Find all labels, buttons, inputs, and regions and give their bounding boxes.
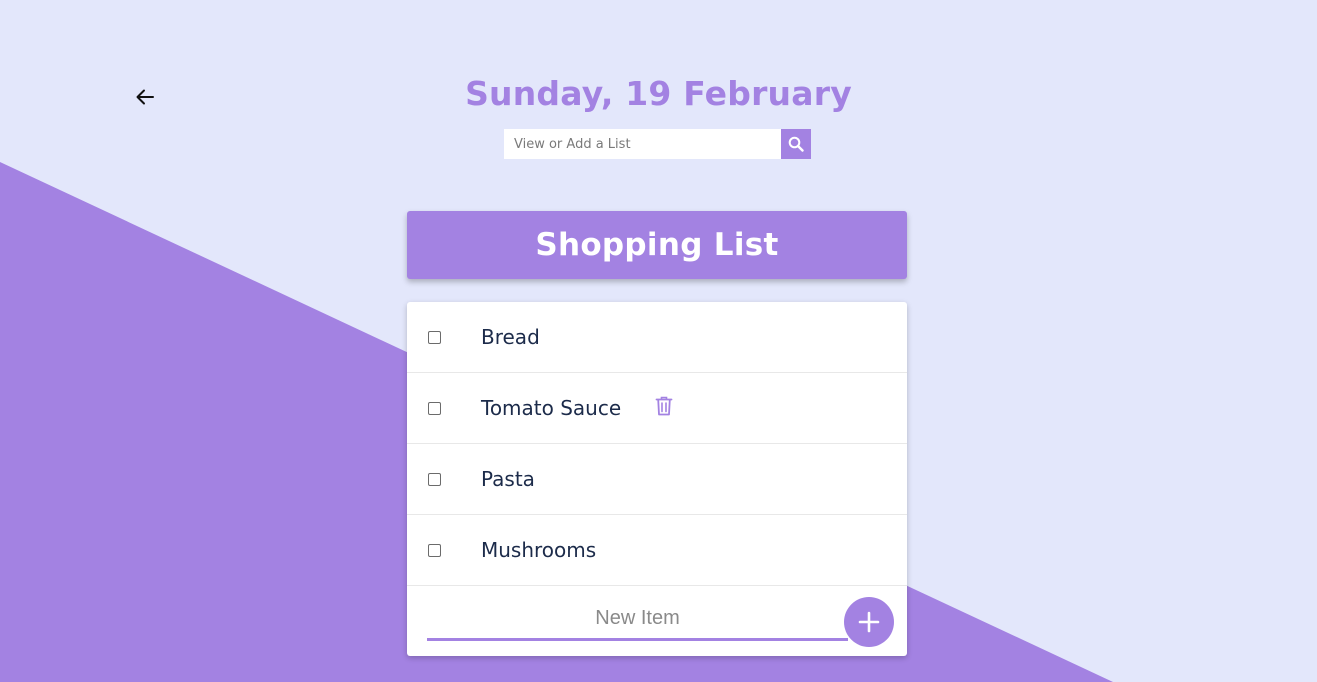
item-checkbox[interactable] [428,472,441,486]
item-checkbox[interactable] [428,543,441,557]
list-title: Shopping List [535,227,779,263]
plus-icon [858,611,880,633]
trash-icon[interactable] [655,396,673,416]
item-label: Mushrooms [481,538,597,562]
date-heading: Sunday, 19 February [465,74,852,113]
item-checkbox[interactable] [428,330,441,344]
page: Sunday, 19 February Shopping List Bread … [0,0,1317,682]
new-item-row [407,586,907,656]
search-bar [504,129,811,159]
list-card: Bread Tomato Sauce Pasta Mushrooms [407,302,907,656]
list-item[interactable]: Tomato Sauce [407,373,907,444]
item-label: Tomato Sauce [481,396,622,420]
search-icon [788,136,804,152]
list-item[interactable]: Mushrooms [407,515,907,586]
new-item-input[interactable] [427,598,848,641]
item-checkbox[interactable] [428,401,441,415]
search-button[interactable] [781,129,811,159]
list-item[interactable]: Pasta [407,444,907,515]
add-item-button[interactable] [844,597,894,647]
item-label: Pasta [481,467,535,491]
item-label: Bread [481,325,540,349]
list-item[interactable]: Bread [407,302,907,373]
search-input[interactable] [504,129,781,159]
list-header: Shopping List [407,211,907,279]
